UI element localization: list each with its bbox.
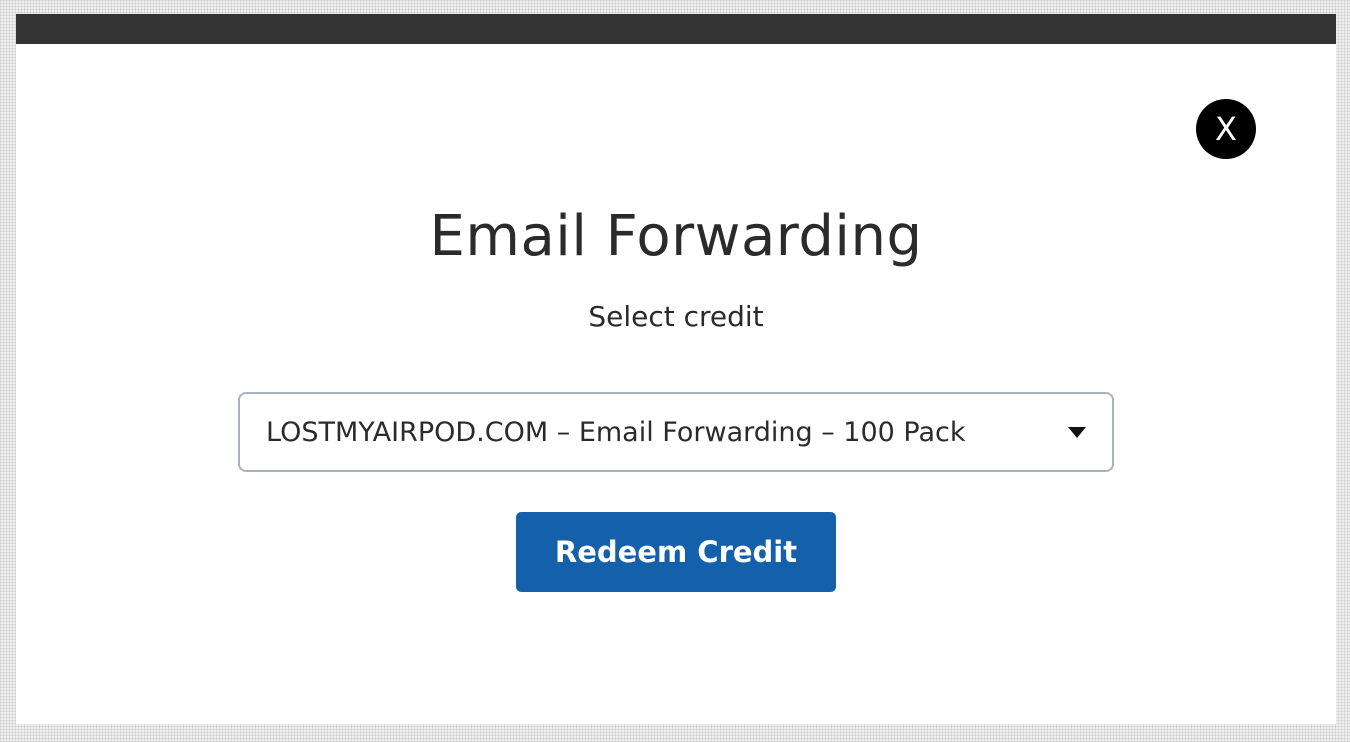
close-icon: X (1215, 110, 1237, 148)
select-credit-label: Select credit (588, 300, 764, 333)
email-forwarding-modal: X Email Forwarding Select credit LOSTMYA… (16, 14, 1336, 724)
redeem-credit-button[interactable]: Redeem Credit (516, 512, 836, 592)
modal-header-bar (16, 14, 1336, 44)
credit-select[interactable]: LOSTMYAIRPOD.COM – Email Forwarding – 10… (238, 392, 1114, 472)
close-button[interactable]: X (1196, 99, 1256, 159)
credit-select-value: LOSTMYAIRPOD.COM – Email Forwarding – 10… (266, 416, 966, 448)
caret-down-icon (1068, 426, 1086, 438)
modal-title: Email Forwarding (429, 204, 923, 269)
